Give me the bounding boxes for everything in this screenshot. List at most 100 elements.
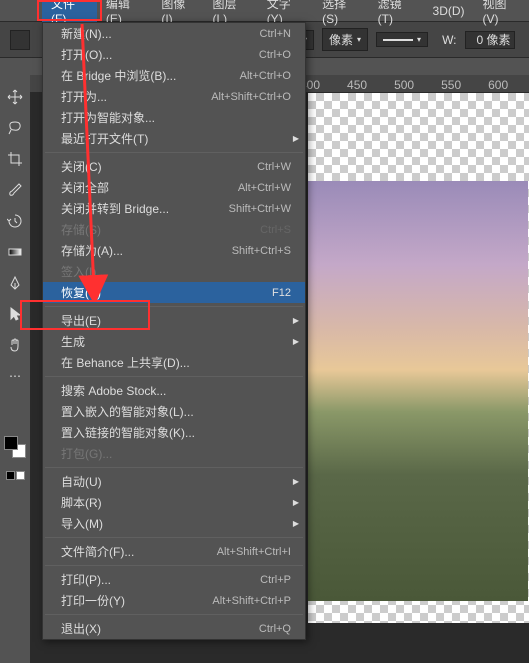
menu-separator (45, 537, 303, 538)
menu-item[interactable]: 关闭(C)Ctrl+W (43, 156, 305, 177)
menu-item[interactable]: 打开为...Alt+Shift+Ctrl+O (43, 86, 305, 107)
menu-item: 存储(S)Ctrl+S (43, 219, 305, 240)
submenu-arrow-icon: ▶ (293, 498, 299, 507)
menu-item[interactable]: 文件简介(F)...Alt+Shift+Ctrl+I (43, 541, 305, 562)
menu-item-label: 关闭并转到 Bridge... (61, 200, 229, 217)
menu-item[interactable]: 置入嵌入的智能对象(L)... (43, 401, 305, 422)
ruler-mark: 550 (441, 75, 461, 92)
menu-item-label: 置入链接的智能对象(K)... (61, 424, 291, 441)
menu-item-label: 存储(S) (61, 221, 260, 238)
width-label: W: (442, 33, 456, 47)
menu-item[interactable]: 最近打开文件(T)▶ (43, 128, 305, 149)
menu-item-label: 在 Bridge 中浏览(B)... (61, 67, 240, 84)
menu-item[interactable]: 在 Bridge 中浏览(B)...Alt+Ctrl+O (43, 65, 305, 86)
menu-item-label: 脚本(R) (61, 494, 291, 511)
brush-tool-icon[interactable] (4, 179, 26, 201)
menubar-item[interactable]: 选择(S) (313, 0, 368, 29)
menu-item-shortcut: Shift+Ctrl+W (229, 203, 291, 215)
menu-item-label: 关闭(C) (61, 158, 257, 175)
menu-item-label: 打包(G)... (61, 445, 291, 462)
menu-item-label: 恢复(V) (61, 284, 272, 301)
menu-item[interactable]: 存储为(A)...Shift+Ctrl+S (43, 240, 305, 261)
crop-tool-icon[interactable] (4, 148, 26, 170)
path-select-icon[interactable] (4, 303, 26, 325)
ruler-mark: 500 (394, 75, 414, 92)
menu-item-label: 关闭全部 (61, 179, 238, 196)
menu-item[interactable]: 搜索 Adobe Stock... (43, 380, 305, 401)
menu-item[interactable]: 生成▶ (43, 331, 305, 352)
menu-item[interactable]: 脚本(R)▶ (43, 492, 305, 513)
menu-item-shortcut: Shift+Ctrl+S (232, 245, 291, 257)
menu-separator (45, 565, 303, 566)
tool-preset-swatch[interactable] (10, 30, 30, 50)
submenu-arrow-icon: ▶ (293, 134, 299, 143)
menu-item: 签入(I)... (43, 261, 305, 282)
menu-item[interactable]: 打开(O)...Ctrl+O (43, 44, 305, 65)
menu-item[interactable]: 新建(N)...Ctrl+N (43, 23, 305, 44)
menu-item-label: 在 Behance 上共享(D)... (61, 354, 291, 371)
pen-tool-icon[interactable] (4, 272, 26, 294)
menu-item-shortcut: F12 (272, 287, 291, 299)
menu-item[interactable]: 退出(X)Ctrl+Q (43, 618, 305, 639)
menu-item-shortcut: Ctrl+S (260, 224, 291, 236)
menu-separator (45, 152, 303, 153)
move-tool-icon[interactable] (4, 86, 26, 108)
menu-item[interactable]: 置入链接的智能对象(K)... (43, 422, 305, 443)
menu-item[interactable]: 恢复(V)F12 (43, 282, 305, 303)
menubar: 文件(F)编辑(E)图像(I)图层(L)文字(Y)选择(S)滤镜(T)3D(D)… (0, 0, 529, 22)
menu-item-shortcut: Ctrl+W (257, 161, 291, 173)
menu-item[interactable]: 关闭全部Alt+Ctrl+W (43, 177, 305, 198)
menu-item[interactable]: 关闭并转到 Bridge...Shift+Ctrl+W (43, 198, 305, 219)
history-brush-icon[interactable] (4, 210, 26, 232)
menu-item[interactable]: 在 Behance 上共享(D)... (43, 352, 305, 373)
submenu-arrow-icon: ▶ (293, 519, 299, 528)
menu-item-label: 生成 (61, 333, 291, 350)
menubar-item[interactable]: 3D(D) (424, 1, 474, 21)
menu-item-label: 签入(I)... (61, 263, 291, 280)
menu-item-shortcut: Ctrl+Q (259, 623, 291, 635)
menu-item[interactable]: 导出(E)▶ (43, 310, 305, 331)
menu-item-label: 退出(X) (61, 620, 259, 637)
color-swatches[interactable] (4, 436, 26, 458)
document-image[interactable] (308, 181, 528, 601)
menu-item[interactable]: 导入(M)▶ (43, 513, 305, 534)
menu-item-shortcut: Ctrl+O (259, 49, 291, 61)
menu-item[interactable]: 打印一份(Y)Alt+Shift+Ctrl+P (43, 590, 305, 611)
menubar-item[interactable]: 视图(V) (474, 0, 529, 29)
stroke-style-select[interactable]: ▾ (376, 32, 428, 47)
width-input[interactable] (465, 31, 515, 49)
foreground-color-swatch[interactable] (4, 436, 18, 450)
menu-item-label: 打开为智能对象... (61, 109, 291, 126)
menu-item[interactable]: 打印(P)...Ctrl+P (43, 569, 305, 590)
menu-item-shortcut: Alt+Shift+Ctrl+P (212, 595, 291, 607)
gradient-tool-icon[interactable] (4, 241, 26, 263)
menu-item-shortcut: Alt+Ctrl+W (238, 182, 291, 194)
menu-item-label: 置入嵌入的智能对象(L)... (61, 403, 291, 420)
default-colors-icon[interactable] (6, 471, 25, 480)
menu-item-shortcut: Ctrl+P (260, 574, 291, 586)
menu-item-label: 自动(U) (61, 473, 291, 490)
submenu-arrow-icon: ▶ (293, 316, 299, 325)
menu-item-label: 打印一份(Y) (61, 592, 212, 609)
menu-item: 打包(G)... (43, 443, 305, 464)
menu-item-label: 最近打开文件(T) (61, 130, 291, 147)
menu-item-label: 新建(N)... (61, 25, 260, 42)
menu-item[interactable]: 自动(U)▶ (43, 471, 305, 492)
submenu-arrow-icon: ▶ (293, 337, 299, 346)
menu-separator (45, 306, 303, 307)
hand-tool-icon[interactable] (4, 334, 26, 356)
lasso-tool-icon[interactable] (4, 117, 26, 139)
menu-item[interactable]: 打开为智能对象... (43, 107, 305, 128)
stroke-units-select[interactable]: 像素▾ (322, 28, 368, 51)
menu-item-label: 搜索 Adobe Stock... (61, 382, 291, 399)
submenu-arrow-icon: ▶ (293, 477, 299, 486)
menu-item-label: 文件简介(F)... (61, 543, 217, 560)
ruler-mark: 600 (488, 75, 508, 92)
menu-item-shortcut: Alt+Ctrl+O (240, 70, 291, 82)
menubar-item[interactable]: 滤镜(T) (369, 0, 424, 29)
ellipsis-icon[interactable]: ⋯ (4, 365, 26, 387)
menu-separator (45, 467, 303, 468)
menu-item-shortcut: Ctrl+N (260, 28, 291, 40)
menu-item-label: 导入(M) (61, 515, 291, 532)
file-menu-dropdown: 新建(N)...Ctrl+N打开(O)...Ctrl+O在 Bridge 中浏览… (42, 22, 306, 640)
